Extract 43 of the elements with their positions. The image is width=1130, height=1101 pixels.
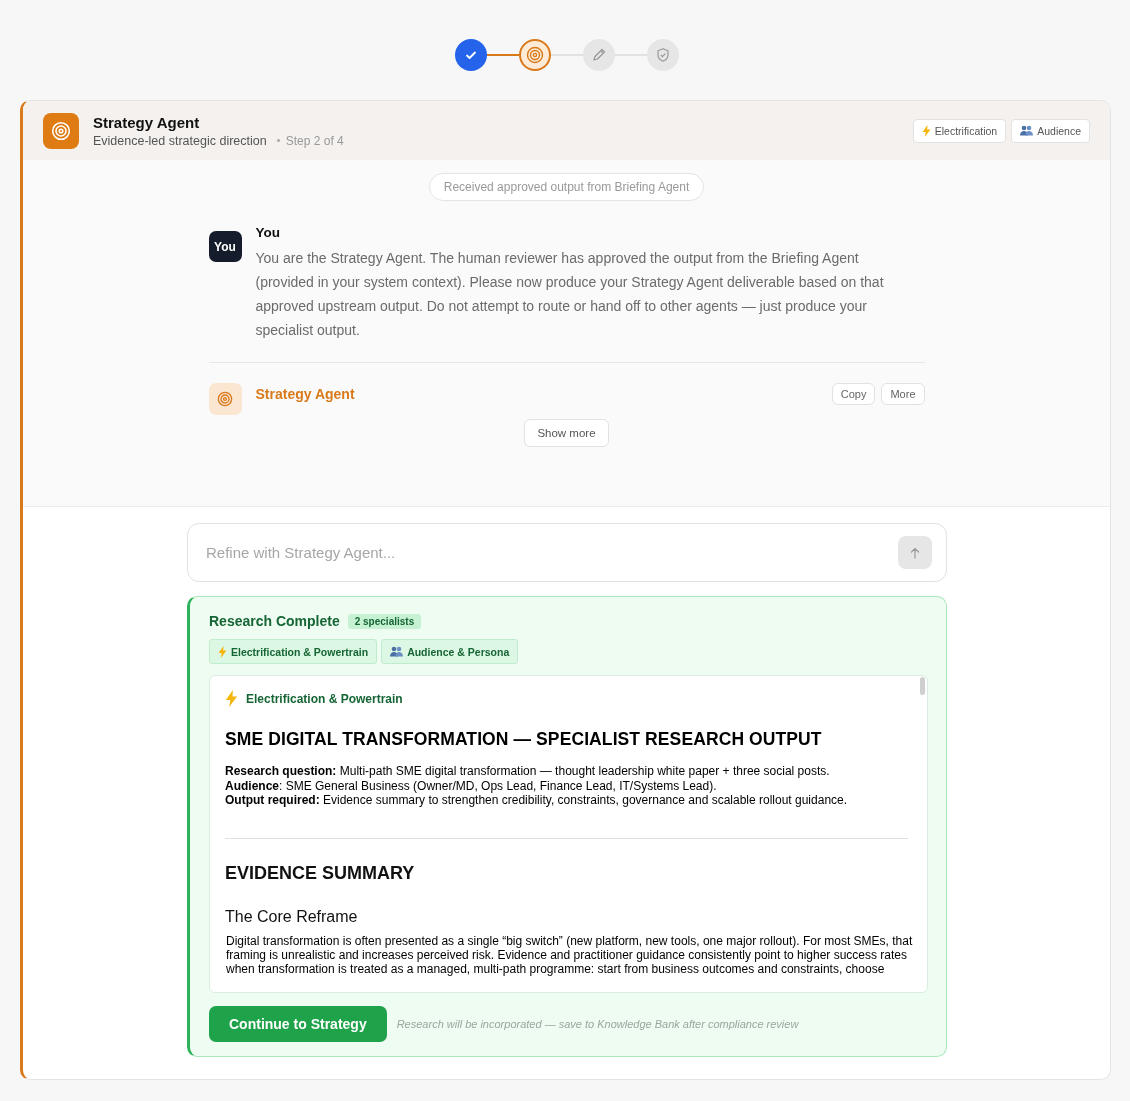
agent-title: Strategy Agent xyxy=(93,113,201,131)
people-icon xyxy=(390,646,404,657)
specialist-count-badge: 2 specialists xyxy=(347,613,422,629)
document-heading: SME DIGITAL TRANSFORMATION — SPECIALIST RESEARCH OUTPUT xyxy=(225,729,823,750)
target-icon xyxy=(525,46,544,64)
specialist-tab[interactable]: Audience & Persona xyxy=(381,639,519,664)
continue-button[interactable]: Continue to Strategy xyxy=(209,1006,387,1042)
lightning-icon xyxy=(225,690,238,707)
message-text: You are the Strategy Agent. The human reviewer has approved the output from the Briefing Agent (provided in your system context). Please now produce your Strategy Agent deliverable based on that approved upstream output. Do not attempt to route or hand off to other agents — just produce your specialist output. xyxy=(255,249,885,340)
pencil-icon xyxy=(590,47,607,63)
message-author: Strategy Agent xyxy=(255,386,356,402)
specialist-tag[interactable]: Electrification xyxy=(912,118,1007,143)
arrow-up-icon xyxy=(910,546,920,559)
subsection-heading: The Core Reframe xyxy=(225,907,359,926)
lightning-icon xyxy=(921,124,931,137)
specialist-tag[interactable]: Audience xyxy=(1011,118,1090,143)
section-heading: EVIDENCE SUMMARY xyxy=(225,862,416,884)
research-title: Research Complete xyxy=(209,613,340,629)
research-note: Research will be incorporated — save to Knowledge Bank after compliance review xyxy=(396,1018,799,1030)
scrollbar-thumb[interactable] xyxy=(920,677,925,695)
show-more-button[interactable]: Show more xyxy=(524,419,609,447)
system-notice: Received approved output from Briefing Agent xyxy=(428,173,705,201)
send-button[interactable] xyxy=(898,536,932,569)
document-field: Audience: SME General Business (Owner/MD, Ops Lead, Finance Lead, IT/Systems Lead). xyxy=(225,778,911,793)
document-paragraph: Digital transformation is often presented as a single “big switch” (new platform, new tools, one major rollout). For most SMEs, that framing is unrealistic and increases perceived risk. Evidence and practitioner guidance consistently point to higher success rates when transformation is treated as a managed, multi-path programme: start from business outcomes and constraints, choose xyxy=(226,933,914,977)
bullet-icon xyxy=(276,139,280,142)
composer-box[interactable]: Refine with Strategy Agent... xyxy=(187,523,947,582)
document-field: Output required: Evidence summary to strengthen credibility, constraints, governance and scalable rollout guidance. xyxy=(225,793,911,808)
lightning-icon xyxy=(218,645,227,658)
document-field: Research question: Multi-path SME digital transformation — thought leadership white paper + three social posts. xyxy=(225,764,911,779)
message-action-button[interactable]: More xyxy=(881,383,925,405)
user-avatar: You xyxy=(208,231,242,262)
document-source: Electrification & Powertrain xyxy=(246,691,403,706)
target-icon xyxy=(208,383,242,415)
target-icon xyxy=(43,112,79,149)
people-icon xyxy=(1020,125,1034,136)
message-author: You xyxy=(255,225,281,240)
message-action-button[interactable]: Copy xyxy=(831,383,876,405)
specialist-tab[interactable]: Electrification & Powertrain xyxy=(209,639,378,664)
refine-input-field[interactable]: Refine with Strategy Agent... xyxy=(204,543,898,562)
agent-subtitle: Evidence-led strategic direction xyxy=(93,133,267,148)
shield-icon xyxy=(654,47,671,63)
step-counter: Step 2 of 4 xyxy=(285,133,344,148)
